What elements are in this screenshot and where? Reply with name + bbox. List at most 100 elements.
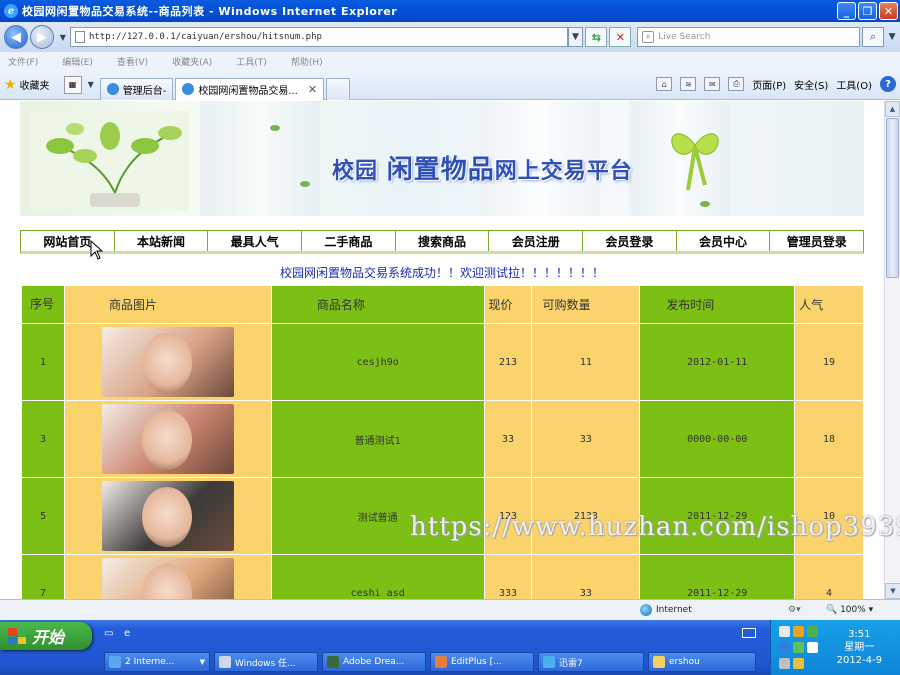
scroll-up-icon[interactable]: ▲	[885, 101, 900, 117]
scroll-thumb[interactable]	[886, 118, 899, 278]
nav-search[interactable]: 搜索商品	[396, 231, 490, 251]
ie-icon	[109, 656, 121, 668]
product-photo[interactable]	[101, 327, 234, 397]
show-desktop-icon[interactable]: ▭	[104, 628, 118, 640]
tab-admin[interactable]: 管理后台-	[99, 77, 174, 100]
site-banner: 校园 闲置物品网上交易平台	[20, 101, 864, 216]
nav-admin-login[interactable]: 管理员登录	[770, 231, 863, 251]
security-zone[interactable]: Internet	[640, 604, 692, 616]
search-button[interactable]: ⌕	[862, 27, 885, 47]
cell-name[interactable]: ceshi asd	[270, 554, 485, 599]
menu-edit[interactable]: 编辑(E)	[62, 55, 93, 68]
leaf-decoration	[700, 201, 710, 207]
favorites-star-icon[interactable]: ★	[4, 77, 17, 93]
quick-tabs-icon[interactable]: ▦	[63, 75, 82, 94]
nav-register[interactable]: 会员注册	[489, 231, 584, 251]
tab-label: 校园网闲置物品交易...	[198, 85, 298, 97]
task-windows[interactable]: Windows 任...	[214, 652, 318, 672]
history-dropdown-icon[interactable]: ▼	[60, 33, 66, 42]
help-icon[interactable]: ?	[880, 76, 896, 92]
task-label: ershou	[669, 657, 700, 667]
nav-login[interactable]: 会员登录	[583, 231, 677, 251]
menu-file[interactable]: 文件(F)	[8, 55, 38, 68]
feeds-icon[interactable]: ≋	[680, 77, 697, 91]
cell-image	[63, 400, 272, 478]
tools-menu[interactable]: 工具(O)	[836, 77, 872, 92]
tray-icon[interactable]	[793, 658, 804, 669]
tray-icon[interactable]	[779, 626, 790, 637]
thunder-icon	[543, 656, 555, 668]
close-button[interactable]: ✕	[879, 2, 898, 20]
tray-icon[interactable]	[779, 642, 790, 653]
clock-time: 3:51	[848, 629, 871, 640]
minimize-button[interactable]: _	[837, 2, 856, 20]
protected-mode-icon[interactable]: ⚙▾	[788, 605, 801, 615]
cell-name[interactable]: 普通测试1	[270, 400, 485, 478]
photo-subject	[141, 333, 192, 393]
photo-subject	[141, 410, 192, 470]
zone-label: Internet	[656, 605, 692, 615]
print-icon[interactable]: ⎙	[728, 77, 745, 91]
product-photo[interactable]	[101, 481, 234, 551]
tab-page-icon	[182, 83, 195, 95]
ie-quicklaunch-icon[interactable]: e	[124, 628, 138, 640]
ie-logo-icon: e	[4, 4, 18, 18]
menu-help[interactable]: 帮助(H)	[291, 55, 323, 68]
nav-member-center[interactable]: 会员中心	[677, 231, 771, 251]
url-field[interactable]: http://127.0.0.1/caiyuan/ershou/hitsnum.…	[69, 27, 568, 47]
keyboard-icon[interactable]	[742, 628, 756, 638]
nav-second-hand[interactable]: 二手商品	[302, 231, 396, 251]
task-thunder[interactable]: 迅雷7	[538, 652, 644, 672]
leaf-decoration	[270, 125, 280, 131]
page-icon	[74, 31, 85, 43]
task-internet-explorer[interactable]: 2 Interne... ▼	[104, 652, 210, 672]
cell-image	[63, 477, 272, 555]
mail-icon[interactable]: ✉	[704, 77, 721, 91]
forward-button[interactable]: ▶	[29, 25, 54, 49]
product-photo[interactable]	[101, 404, 234, 474]
new-tab-button[interactable]	[326, 77, 351, 100]
maximize-button[interactable]: ❐	[858, 2, 877, 20]
safety-menu[interactable]: 安全(S)	[794, 77, 828, 92]
search-options-icon[interactable]: ▼	[884, 27, 900, 47]
tray-icon[interactable]	[779, 658, 790, 669]
menu-view[interactable]: 查看(V)	[117, 55, 148, 68]
nav-news[interactable]: 本站新闻	[115, 231, 209, 251]
menu-tools[interactable]: 工具(T)	[236, 55, 267, 68]
tray-icon[interactable]	[793, 626, 804, 637]
url-dropdown-icon[interactable]: ▼	[567, 27, 584, 47]
menu-favorites[interactable]: 收藏夹(A)	[172, 55, 212, 68]
start-button[interactable]: 开始	[0, 622, 92, 650]
cell-name[interactable]: cesjh9o	[270, 323, 485, 401]
page-menu[interactable]: 页面(P)	[752, 77, 786, 92]
tab-list-dropdown-icon[interactable]: ▼	[88, 80, 94, 89]
banner-title-part1: 校园	[332, 159, 379, 184]
scroll-down-icon[interactable]: ▼	[885, 583, 900, 599]
cell-id: 3	[21, 400, 65, 478]
clock-weekday: 星期一	[844, 642, 875, 653]
task-editplus[interactable]: EditPlus [...	[430, 652, 534, 672]
task-ershou-folder[interactable]: ershou	[648, 652, 756, 672]
product-photo[interactable]	[101, 558, 234, 599]
task-dreamweaver[interactable]: Adobe Drea...	[322, 652, 426, 672]
tab-close-icon[interactable]: ✕	[308, 83, 317, 96]
nav-popular[interactable]: 最具人气	[208, 231, 303, 251]
clock[interactable]: 3:51 星期一 2012-4-9	[837, 628, 882, 667]
table-row: 1 cesjh9o 213 11 2012-01-11 19	[21, 323, 864, 401]
refresh-button[interactable]: ⇆	[585, 27, 608, 47]
favorites-label[interactable]: 收藏夹	[20, 77, 50, 92]
cell-id: 1	[21, 323, 65, 401]
search-input[interactable]: ⌕ Live Search	[637, 27, 861, 47]
tray-icon[interactable]	[793, 642, 804, 653]
tray-icon[interactable]	[807, 642, 818, 653]
cell-date: 0000-00-00	[639, 400, 796, 478]
zoom-level[interactable]: 🔍 100% ▾	[826, 605, 873, 615]
home-icon[interactable]: ⌂	[656, 77, 673, 91]
tab-label: 管理后台-	[122, 85, 167, 97]
task-label: 迅雷7	[559, 658, 583, 669]
back-button[interactable]: ◀	[4, 25, 28, 49]
tab-goods-list[interactable]: 校园网闲置物品交易... ✕	[175, 77, 325, 100]
stop-button[interactable]: ✕	[609, 27, 632, 47]
cell-id: 7	[21, 554, 65, 599]
tray-icon[interactable]	[807, 626, 818, 637]
